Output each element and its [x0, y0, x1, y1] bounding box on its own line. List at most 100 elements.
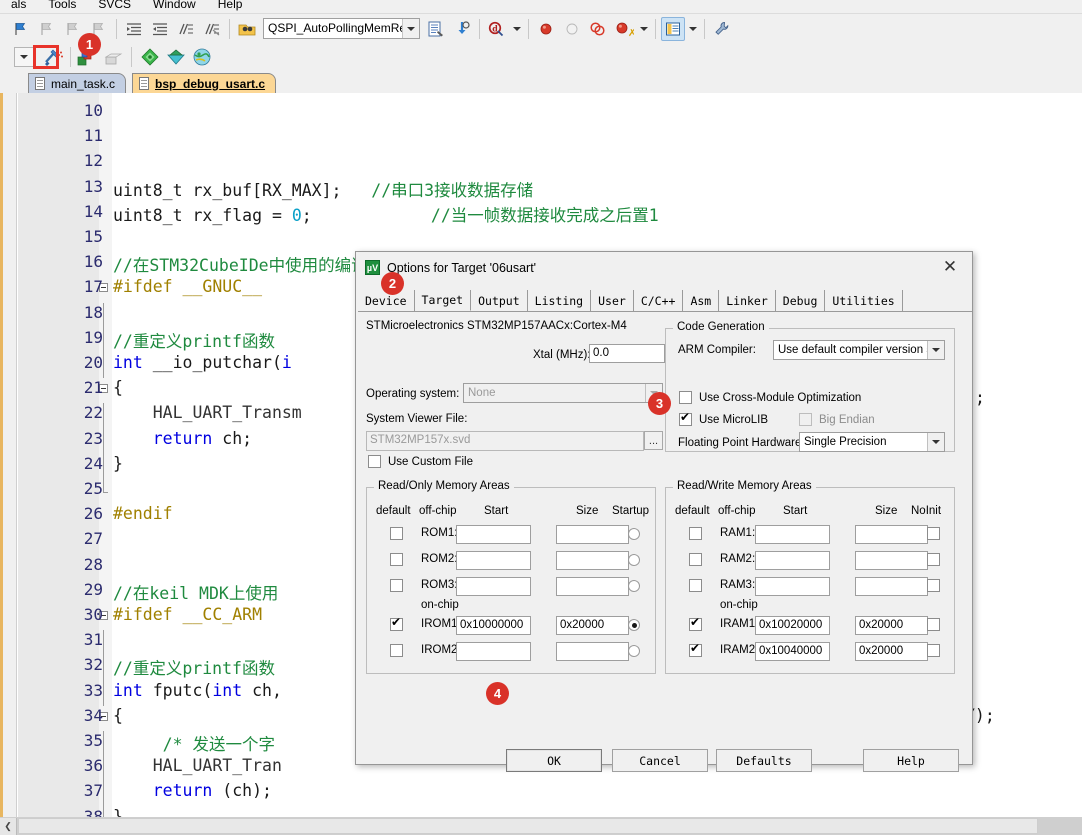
iram2-noinit-checkbox[interactable]	[927, 644, 940, 657]
indent-icon[interactable]	[122, 17, 146, 41]
menu-item-window[interactable]: Window	[142, 0, 207, 11]
dialog-tab-target[interactable]: Target	[414, 290, 472, 311]
irom2-start-input[interactable]	[456, 642, 531, 661]
window-layout-icon[interactable]	[661, 16, 685, 41]
chevron-down-icon[interactable]	[927, 341, 944, 359]
use-custom-file-checkbox[interactable]	[368, 455, 381, 468]
use-cross-module-optimization-checkbox[interactable]	[679, 391, 692, 404]
target-options-icon[interactable]	[424, 17, 448, 41]
chevron-down-icon[interactable]	[687, 17, 699, 41]
defaults-button[interactable]: Defaults	[716, 749, 812, 772]
ram2-start-input[interactable]	[755, 551, 830, 570]
scroll-left-arrow-icon[interactable]: ❮	[0, 817, 17, 835]
system-viewer-file-input[interactable]: STM32MP157x.svd	[366, 431, 644, 451]
dialog-tab-asm[interactable]: Asm	[683, 290, 720, 311]
chevron-down-icon[interactable]	[511, 17, 523, 41]
uncomment-icon[interactable]	[200, 17, 224, 41]
scrollbar-thumb[interactable]	[18, 818, 1038, 834]
rom2-size-input[interactable]	[556, 551, 629, 570]
rom3-startup-radio[interactable]	[628, 580, 640, 592]
menu-item-tools[interactable]: Tools	[37, 0, 87, 11]
big-endian-checkbox[interactable]	[799, 413, 812, 426]
insert-bookmark-icon[interactable]	[35, 17, 59, 41]
ram1-noinit-checkbox[interactable]	[927, 527, 940, 540]
build-target-icon[interactable]	[42, 45, 66, 69]
iram2-default-checkbox[interactable]	[689, 642, 702, 657]
chevron-down-icon[interactable]	[927, 433, 944, 451]
use-microlib-checkbox[interactable]	[679, 411, 692, 426]
irom2-size-input[interactable]	[556, 642, 629, 661]
chevron-down-icon[interactable]	[14, 47, 34, 67]
ram1-default-checkbox[interactable]	[689, 527, 702, 540]
rom3-size-input[interactable]	[556, 577, 629, 596]
kill-breakpoints-icon[interactable]: ✗	[612, 17, 636, 41]
iram1-size-input[interactable]: 0x20000	[855, 616, 928, 635]
dialog-tab-listing[interactable]: Listing	[527, 290, 592, 311]
translate-icon[interactable]	[138, 45, 162, 69]
project-target-combo[interactable]: QSPI_AutoPollingMemRe	[263, 18, 420, 39]
rom3-default-checkbox[interactable]	[390, 579, 403, 592]
irom2-default-checkbox[interactable]	[390, 644, 403, 657]
find-in-files-icon[interactable]	[450, 17, 474, 41]
help-button[interactable]: Help	[863, 749, 959, 772]
cancel-button[interactable]: Cancel	[612, 749, 708, 772]
comment-icon[interactable]	[174, 17, 198, 41]
breakpoint-icon[interactable]	[534, 17, 558, 41]
ram3-size-input[interactable]	[855, 577, 928, 596]
rom1-default-checkbox[interactable]	[390, 527, 403, 540]
menu-item-als[interactable]: als	[0, 0, 37, 11]
ram2-size-input[interactable]	[855, 551, 928, 570]
irom1-start-input[interactable]: 0x10000000	[456, 616, 531, 635]
horizontal-scrollbar[interactable]: ❮	[0, 817, 1082, 835]
arm-compiler-combo[interactable]: Use default compiler version 5	[773, 340, 945, 360]
rom3-start-input[interactable]	[456, 577, 531, 596]
rom1-size-input[interactable]	[556, 525, 629, 544]
ram3-default-checkbox[interactable]	[689, 579, 702, 592]
iram2-size-input[interactable]: 0x20000	[855, 642, 928, 661]
flag-icon[interactable]	[9, 17, 33, 41]
ram2-noinit-checkbox[interactable]	[927, 553, 940, 566]
irom1-startup-radio[interactable]	[628, 619, 640, 631]
dialog-tab-output[interactable]: Output	[471, 290, 528, 311]
configure-icon[interactable]	[710, 17, 734, 41]
dialog-tab-utilities[interactable]: Utilities	[825, 290, 903, 311]
floating-point-hardware-combo[interactable]: Single Precision	[799, 432, 945, 452]
ram1-start-input[interactable]	[755, 525, 830, 544]
dialog-tab-user[interactable]: User	[591, 290, 634, 311]
dialog-tab-linker[interactable]: Linker	[719, 290, 776, 311]
xtal-input[interactable]: 0.0	[589, 344, 665, 363]
ram2-default-checkbox[interactable]	[689, 553, 702, 566]
ram1-size-input[interactable]	[855, 525, 928, 544]
ram3-start-input[interactable]	[755, 577, 830, 596]
rom1-start-input[interactable]	[456, 525, 531, 544]
menu-item-help[interactable]: Help	[207, 0, 254, 11]
iram1-default-checkbox[interactable]	[689, 616, 702, 631]
irom1-size-input[interactable]: 0x20000	[556, 616, 629, 635]
close-icon[interactable]: ✕	[928, 252, 972, 282]
open-project-icon[interactable]	[235, 17, 259, 41]
menu-item-svcs[interactable]: SVCS	[87, 0, 142, 11]
ram3-noinit-checkbox[interactable]	[927, 579, 940, 592]
breakpoint-toggle-icon[interactable]	[586, 17, 610, 41]
ok-button[interactable]: OK	[506, 749, 602, 772]
editor-tab-bsp-debug-usart[interactable]: bsp_debug_usart.c	[132, 73, 277, 93]
breakpoint-disable-icon[interactable]	[560, 17, 584, 41]
chevron-down-icon[interactable]	[402, 19, 419, 38]
irom1-default-checkbox[interactable]	[390, 616, 403, 631]
system-viewer-browse-button[interactable]: ...	[644, 431, 663, 450]
outdent-icon[interactable]	[148, 17, 172, 41]
manage-project-icon[interactable]	[190, 45, 214, 69]
rom2-startup-radio[interactable]	[628, 554, 640, 566]
iram1-start-input[interactable]: 0x10020000	[755, 616, 830, 635]
rebuild-icon[interactable]	[101, 45, 125, 69]
operating-system-combo[interactable]: None	[463, 383, 663, 403]
chevron-down-icon[interactable]	[638, 17, 650, 41]
rom2-start-input[interactable]	[456, 551, 531, 570]
irom2-startup-radio[interactable]	[628, 645, 640, 657]
debug-icon[interactable]: d	[485, 17, 509, 41]
iram1-noinit-checkbox[interactable]	[927, 618, 940, 631]
dialog-tab-debug[interactable]: Debug	[775, 290, 826, 311]
rom2-default-checkbox[interactable]	[390, 553, 403, 566]
dialog-tab-c-c-[interactable]: C/C++	[633, 290, 684, 311]
download-icon[interactable]	[164, 45, 188, 69]
